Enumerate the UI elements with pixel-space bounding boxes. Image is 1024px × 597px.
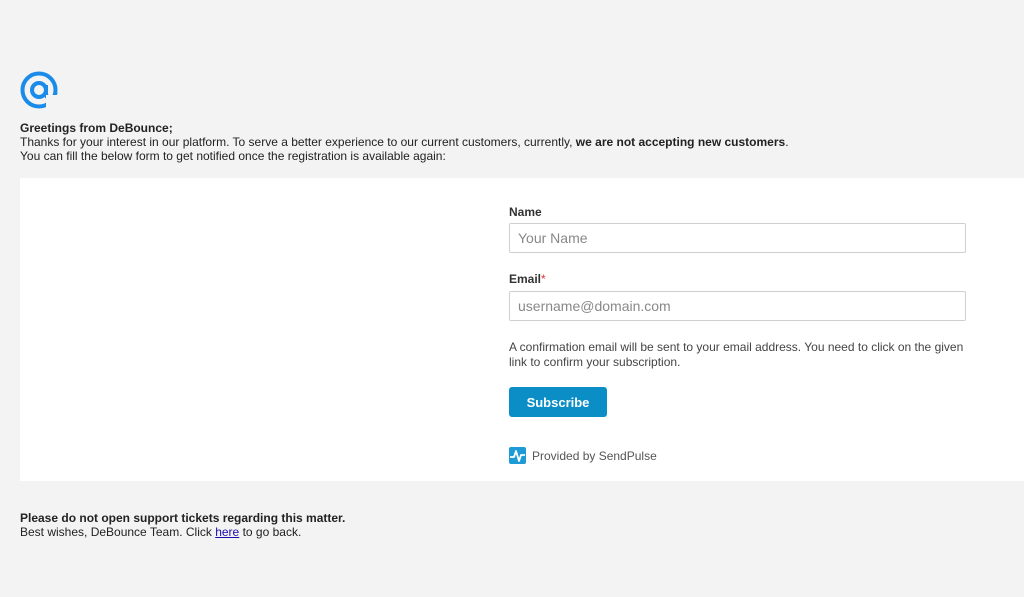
provided-by-text: Provided by SendPulse [532, 448, 657, 463]
intro-line-1: Thanks for your interest in our platform… [20, 135, 789, 149]
signoff-suffix: to go back. [239, 525, 302, 539]
email-input[interactable] [509, 291, 966, 321]
intro-line-1-suffix: . [785, 135, 789, 149]
name-input[interactable] [509, 223, 966, 253]
page: Greetings from DeBounce; Thanks for your… [0, 0, 1024, 597]
signoff-prefix: Best wishes, DeBounce Team. Click [20, 525, 216, 539]
sendpulse-logo-icon [509, 447, 526, 464]
name-label: Name [509, 205, 542, 219]
intro-line-2: You can fill the below form to get notif… [20, 149, 446, 163]
at-sign-icon [20, 71, 58, 109]
intro-line-1-prefix: Thanks for your interest in our platform… [20, 135, 576, 149]
subscribe-button[interactable]: Subscribe [509, 387, 607, 417]
confirmation-note: A confirmation email will be sent to you… [509, 340, 964, 369]
intro-text: Greetings from DeBounce; Thanks for your… [20, 121, 789, 163]
signoff: Best wishes, DeBounce Team. Click here t… [20, 525, 345, 539]
required-mark: * [541, 272, 546, 286]
subscription-card: Name Email* A confirmation email will be… [20, 178, 1024, 481]
email-label: Email* [509, 272, 546, 286]
support-warning: Please do not open support tickets regar… [20, 511, 346, 525]
footer-text: Please do not open support tickets regar… [20, 511, 345, 539]
provided-by[interactable]: Provided by SendPulse [509, 447, 657, 464]
go-back-link[interactable]: here [215, 525, 239, 539]
greeting: Greetings from DeBounce; [20, 121, 173, 135]
email-label-text: Email [509, 272, 542, 286]
name-label-text: Name [509, 205, 542, 219]
intro-line-1-bold: we are not accepting new customers [575, 135, 786, 149]
